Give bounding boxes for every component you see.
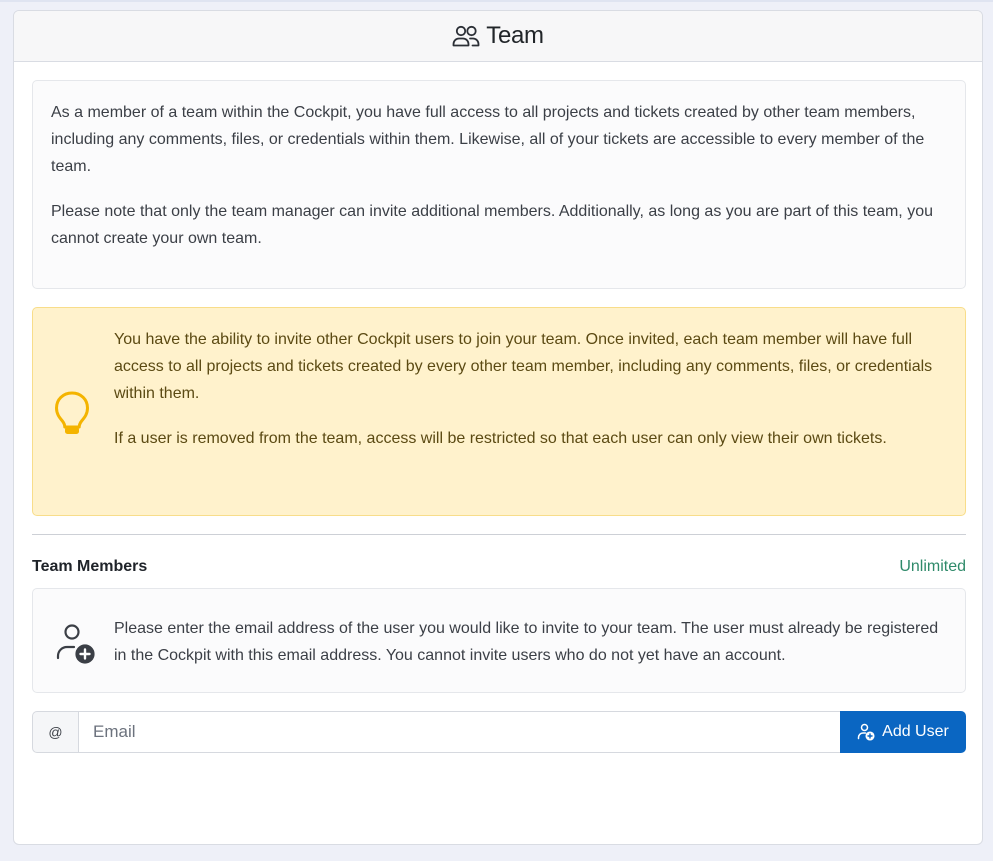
add-user-icon [55,623,97,670]
tip-paragraph-1: You have the ability to invite other Coc… [114,331,933,402]
invite-tip-alert: You have the ability to invite other Coc… [32,307,966,516]
add-user-button-label: Add User [882,723,949,740]
add-user-button-icon [857,723,875,741]
people-icon [452,24,480,48]
page-title: Team [486,22,544,49]
invite-instructions: Please enter the email address of the us… [114,620,939,664]
card-body: As a member of a team within the Cockpit… [32,80,966,753]
add-user-button[interactable]: Add User [840,711,966,753]
info-paragraph-2: Please note that only the team manager c… [51,203,933,247]
add-user-form: @ Add User [32,711,966,753]
tip-text: You have the ability to invite other Coc… [114,326,935,452]
tip-paragraph-2: If a user is removed from the team, acce… [114,430,887,447]
info-paragraph-1: As a member of a team within the Cockpit… [51,104,925,175]
email-input[interactable] [78,711,840,753]
team-members-title: Team Members [32,558,148,575]
team-card: Team As a member of a team within the Co… [13,10,983,845]
invite-info-box: Please enter the email address of the us… [32,588,966,693]
at-addon: @ [32,711,78,753]
card-header: Team [14,11,982,62]
team-info-box: As a member of a team within the Cockpit… [32,80,966,289]
section-divider [32,534,966,535]
team-members-header: Team Members Unlimited [32,558,966,576]
members-limit-label: Unlimited [899,558,966,575]
top-strip [0,0,993,2]
lightbulb-icon [53,390,91,443]
